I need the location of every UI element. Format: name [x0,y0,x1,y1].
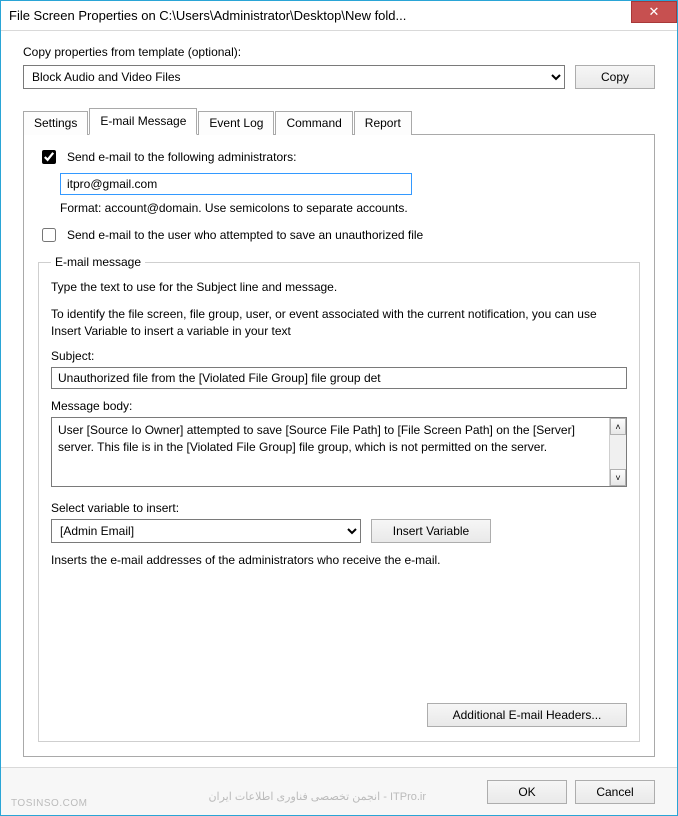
scroll-track[interactable] [610,435,626,469]
email-message-legend: E-mail message [51,255,145,269]
instructions-line2: To identify the file screen, file group,… [51,306,627,340]
window-title: File Screen Properties on C:\Users\Admin… [9,8,677,23]
message-body-field: ˄ ˅ [51,417,627,487]
titlebar: File Screen Properties on C:\Users\Admin… [1,1,677,31]
ok-button[interactable]: OK [487,780,567,804]
tab-report[interactable]: Report [354,111,412,135]
tab-settings[interactable]: Settings [23,111,88,135]
message-body-textarea[interactable] [52,418,609,486]
tabs: Settings E-mail Message Event Log Comman… [23,107,655,757]
subject-label: Subject: [51,349,627,363]
dialog-window: File Screen Properties on C:\Users\Admin… [0,0,678,816]
subject-input[interactable] [51,367,627,389]
watermark-center: ITPro.ir - انجمن تخصصی فناوری اطلاعات ای… [208,790,426,803]
scroll-up-button[interactable]: ˄ [610,418,626,435]
tab-command[interactable]: Command [275,111,352,135]
template-label: Copy properties from template (optional)… [23,45,655,59]
dialog-footer: TOSINSO.COM ITPro.ir - انجمن تخصصی فناور… [1,767,677,815]
insert-variable-button[interactable]: Insert Variable [371,519,491,543]
variable-description: Inserts the e-mail addresses of the admi… [51,553,627,567]
tab-event-log[interactable]: Event Log [198,111,274,135]
send-admins-label: Send e-mail to the following administrat… [67,150,296,164]
watermark-left: TOSINSO.COM [11,798,87,809]
instructions-line1: Type the text to use for the Subject lin… [51,279,627,296]
scrollbar[interactable]: ˄ ˅ [609,418,626,486]
send-admins-checkbox[interactable] [42,150,56,164]
tab-email-message[interactable]: E-mail Message [89,108,197,135]
email-message-group: E-mail message Type the text to use for … [38,255,640,742]
close-button[interactable]: ✕ [631,1,677,23]
body-label: Message body: [51,399,627,413]
variable-select[interactable]: [Admin Email] [51,519,361,543]
tab-strip: Settings E-mail Message Event Log Comman… [23,108,655,135]
scroll-down-button[interactable]: ˅ [610,469,626,486]
tab-panel-email: Send e-mail to the following administrat… [23,134,655,757]
chevron-down-icon: ˅ [615,473,620,483]
close-icon: ✕ [649,4,660,19]
additional-headers-button[interactable]: Additional E-mail Headers... [427,703,627,727]
cancel-button[interactable]: Cancel [575,780,655,804]
template-select[interactable]: Block Audio and Video Files [23,65,565,89]
dialog-body: Copy properties from template (optional)… [1,31,677,767]
send-user-checkbox[interactable] [42,228,56,242]
send-user-label: Send e-mail to the user who attempted to… [67,228,423,242]
chevron-up-icon: ˄ [615,422,620,432]
admins-email-input[interactable] [60,173,412,195]
var-select-label: Select variable to insert: [51,501,627,515]
copy-button[interactable]: Copy [575,65,655,89]
format-hint: Format: account@domain. Use semicolons t… [60,201,640,215]
